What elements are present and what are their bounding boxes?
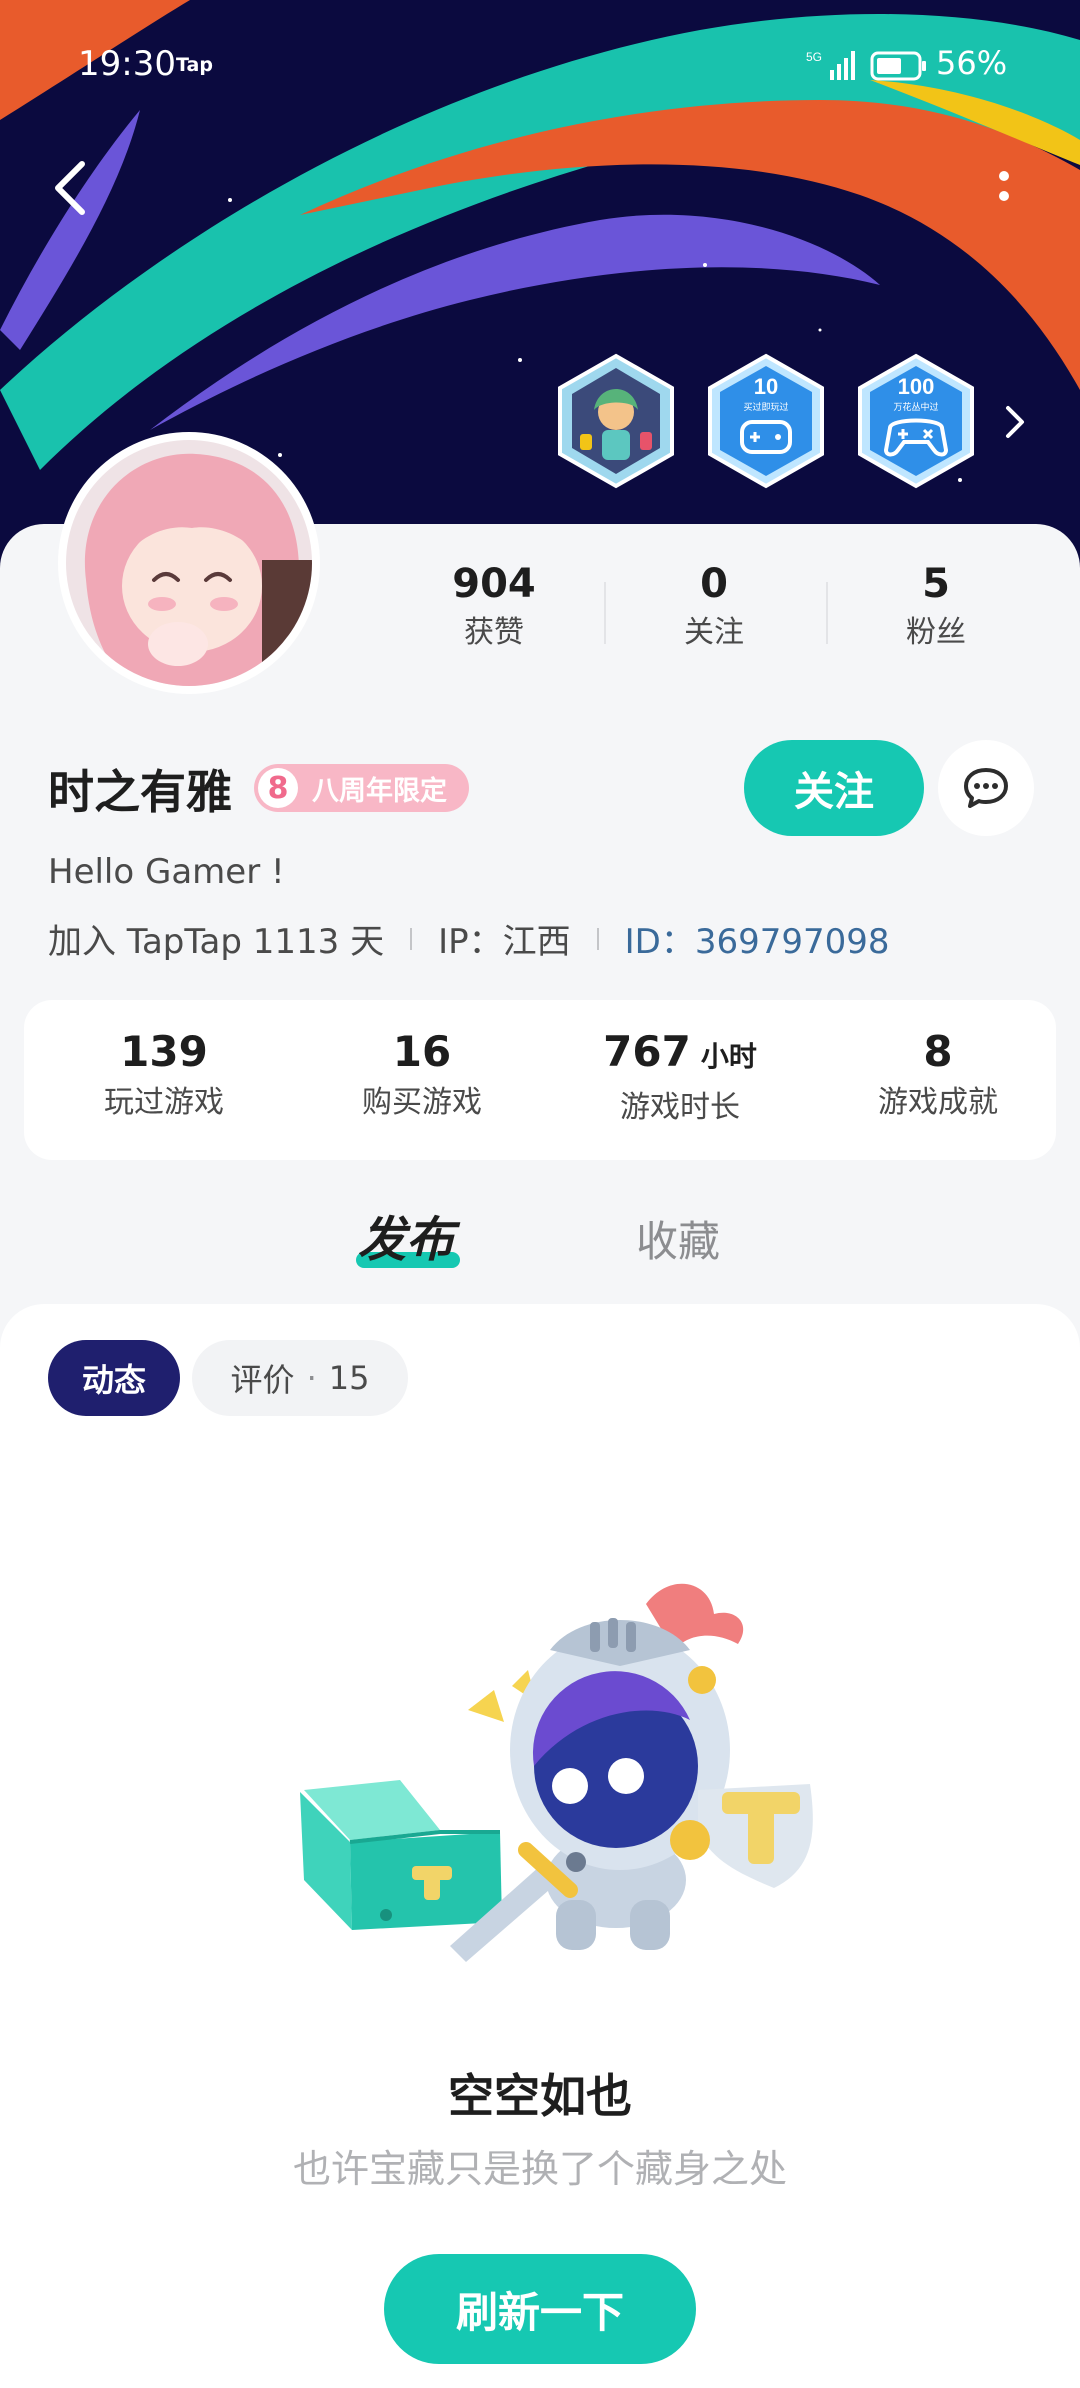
- meta-divider: [410, 927, 413, 950]
- ip-location: IP：江西: [438, 922, 571, 962]
- reviews-label: 评价: [230, 1361, 295, 1399]
- played-games-label: 玩过游戏: [104, 1085, 224, 1120]
- chat-bubble-icon: [964, 768, 1008, 808]
- following-stat[interactable]: 0 关注: [634, 558, 794, 654]
- reviews-dot: ·: [306, 1359, 317, 1397]
- user-id[interactable]: ID：369797098: [625, 914, 890, 963]
- filter-chip-posts[interactable]: 动态: [48, 1340, 180, 1416]
- playtime-value: 767: [603, 1027, 691, 1076]
- user-name: 时之有雅: [48, 765, 232, 819]
- following-label: 关注: [684, 615, 744, 650]
- bought-games-value: 16: [392, 1027, 452, 1076]
- played-games-stat[interactable]: 139 玩过游戏: [44, 1026, 284, 1124]
- status-time: 19:30: [78, 44, 176, 84]
- playtime-label: 游戏时长: [620, 1090, 740, 1125]
- badges-more-chevron-icon[interactable]: [1002, 402, 1028, 442]
- stat-divider: [826, 582, 828, 644]
- user-bio: Hello Gamer !: [48, 852, 285, 892]
- achievements-value: 8: [923, 1027, 953, 1076]
- refresh-button[interactable]: 刷新一下: [384, 2254, 696, 2364]
- likes-stat[interactable]: 904 获赞: [414, 558, 574, 654]
- playtime-unit: 小时: [700, 1040, 757, 1073]
- filter-chip-reviews[interactable]: 评价 · 15: [192, 1340, 408, 1416]
- reviews-count: 15: [328, 1359, 370, 1397]
- empty-state-subtitle: 也许宝藏只是换了个藏身之处: [292, 2147, 787, 2191]
- avatar-image: [66, 440, 312, 686]
- following-value: 0: [700, 561, 728, 607]
- fans-label: 粉丝: [906, 615, 966, 650]
- message-button[interactable]: [938, 740, 1034, 836]
- played-games-value: 139: [120, 1027, 208, 1076]
- tab-collect[interactable]: 收藏: [636, 1208, 720, 1269]
- back-button[interactable]: [50, 158, 90, 218]
- user-meta-row: 加入 TapTap 1113 天 IP：江西 ID：369797098: [48, 914, 890, 963]
- fans-stat[interactable]: 5 粉丝: [856, 558, 1016, 654]
- badge-10-caption: 买过即玩过: [743, 401, 788, 413]
- user-id-prefix: ID：: [624, 922, 695, 962]
- more-vertical-icon[interactable]: [994, 164, 1014, 214]
- likes-label: 获赞: [464, 615, 524, 650]
- badge-10-games[interactable]: 10 买过即玩过: [704, 352, 828, 490]
- meta-divider: [596, 927, 599, 950]
- status-bar: 19:30 Tap 5G 56%: [0, 36, 1080, 96]
- signal-icon: 5G: [806, 50, 855, 80]
- anniversary-tag[interactable]: 8 八周年限定: [254, 764, 469, 812]
- network-label: 5G: [806, 50, 822, 64]
- bought-games-stat[interactable]: 16 购买游戏: [302, 1026, 542, 1124]
- user-id-value: 369797098: [694, 922, 890, 962]
- badge-10-number: 10: [754, 374, 778, 399]
- achievements-label: 游戏成就: [878, 1085, 998, 1120]
- battery-icon: [870, 51, 926, 81]
- follow-button[interactable]: 关注: [744, 740, 924, 836]
- fans-value: 5: [922, 561, 950, 607]
- likes-value: 904: [452, 561, 536, 607]
- battery-percent: 56%: [936, 44, 1008, 82]
- knight-mascot-illustration: [300, 1583, 813, 1962]
- bought-games-label: 购买游戏: [362, 1085, 482, 1120]
- achievements-stat[interactable]: 8 游戏成就: [818, 1026, 1058, 1124]
- game-stats-card: 139 玩过游戏 16 购买游戏 767 小时 游戏时长 8 游戏成就: [24, 1000, 1056, 1160]
- status-app-mark: Tap: [176, 54, 213, 76]
- anniversary-8-icon: 8: [258, 768, 298, 808]
- stat-divider: [604, 582, 606, 644]
- empty-state-title: 空空如也: [448, 2069, 632, 2123]
- anniversary-tag-label: 八周年限定: [312, 775, 447, 807]
- badge-100-caption: 万花丛中过: [893, 401, 938, 413]
- badge-anime-character[interactable]: [554, 352, 678, 490]
- playtime-stat[interactable]: 767 小时 游戏时长: [560, 1026, 800, 1129]
- join-days: 加入 TapTap 1113 天: [48, 922, 385, 962]
- badge-100-number: 100: [898, 374, 935, 399]
- tab-publish[interactable]: 发布: [358, 1200, 454, 1270]
- avatar[interactable]: [58, 432, 320, 694]
- badge-100-games[interactable]: 100 万花丛中过: [854, 352, 978, 490]
